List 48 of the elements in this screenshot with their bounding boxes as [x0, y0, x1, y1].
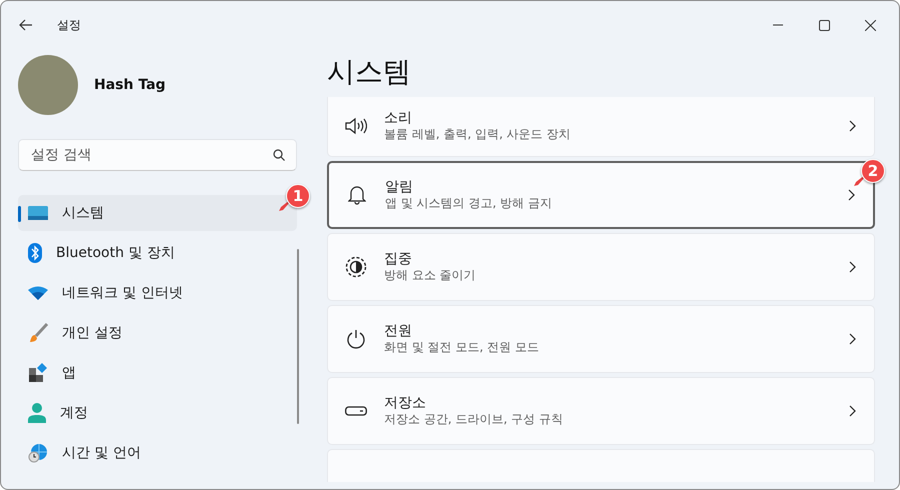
card-description: 방해 요소 줄이기 [384, 268, 477, 284]
focus-icon [345, 256, 367, 278]
sidebar-item[interactable]: 시간 및 언어 [18, 435, 297, 471]
sidebar-item[interactable]: 네트워크 및 인터넷 [18, 275, 297, 311]
chevron-right-icon [849, 120, 856, 132]
back-arrow-icon[interactable] [19, 19, 33, 31]
settings-card[interactable]: 전원 화면 및 절전 모드, 전원 모드 [327, 304, 875, 373]
drive-icon [345, 406, 367, 416]
sidebar-item[interactable]: 개인 설정 [18, 315, 297, 351]
bluetooth-icon [28, 243, 42, 263]
card-title: 전원 [384, 322, 413, 340]
settings-card[interactable]: 저장소 저장소 공간, 드라이브, 구성 규칙 [327, 376, 875, 445]
annotation-badge: 1 [286, 184, 310, 208]
sidebar-item[interactable]: 앱 [18, 355, 297, 391]
chevron-right-icon [848, 188, 855, 201]
chevron-right-icon [849, 260, 856, 273]
person-icon [28, 403, 46, 423]
card-description: 화면 및 절전 모드, 전원 모드 [384, 340, 540, 356]
apps-icon [28, 363, 48, 383]
globe-clock-icon [28, 443, 48, 463]
card-description: 볼륨 레벨, 출력, 입력, 사운드 장치 [384, 126, 572, 142]
speaker-icon [345, 116, 367, 135]
maximize-icon [818, 20, 830, 30]
settings-card[interactable]: 집중 방해 요소 줄이기 [327, 232, 875, 301]
sidebar-item[interactable]: 계정 [18, 395, 297, 431]
card-title: 알림 [385, 178, 414, 196]
wifi-icon [28, 286, 48, 300]
paintbrush-icon [28, 323, 48, 343]
search-field[interactable]: 설정 검색 [18, 139, 297, 171]
monitor-icon [28, 206, 48, 220]
card-description: 저장소 공간, 드라이브, 구성 규칙 [384, 412, 564, 428]
search-icon [273, 149, 285, 161]
card-description: 앱 및 시스템의 경고, 방해 금지 [385, 196, 553, 212]
bell-icon [348, 184, 366, 205]
user-name: Hash Tag [94, 76, 166, 94]
card-title: 소리 [384, 108, 413, 127]
card-title: 집중 [384, 250, 413, 268]
power-icon [346, 328, 366, 349]
card-title: 저장소 [384, 394, 427, 412]
chevron-right-icon [849, 404, 856, 417]
sidebar-item[interactable]: Bluetooth 및 장치 [18, 235, 297, 271]
close-icon [864, 20, 876, 30]
minimize-icon [773, 24, 783, 26]
chevron-right-icon [849, 332, 856, 345]
page-title: 시스템 [327, 55, 412, 89]
annotation-badge: 2 [861, 159, 885, 183]
window-title: 설정 [57, 17, 81, 34]
settings-card[interactable]: 소리 볼륨 레벨, 출력, 입력, 사운드 장치 [327, 96, 875, 157]
